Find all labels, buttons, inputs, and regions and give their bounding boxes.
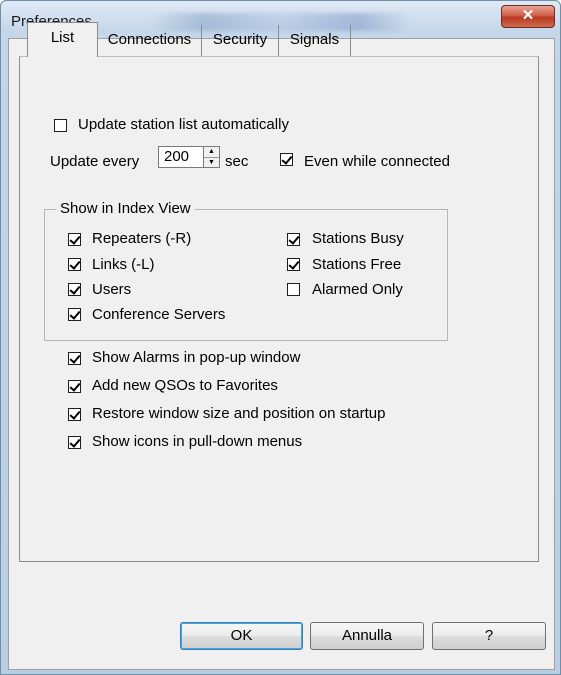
cancel-button[interactable]: Annulla: [310, 622, 424, 650]
stations-free-label: Stations Free: [312, 256, 402, 273]
links-label: Links (-L): [92, 256, 155, 273]
update-every-label: Update every: [50, 153, 140, 170]
users-label: Users: [92, 281, 132, 298]
stations-busy-label: Stations Busy: [312, 230, 404, 247]
list-tab-content: Update station list automatically Update…: [0, 0, 561, 675]
repeaters-label: Repeaters (-R): [92, 230, 192, 247]
update-interval-spinner[interactable]: ▲ ▼: [204, 146, 220, 168]
update-automatically-checkbox[interactable]: [54, 119, 67, 132]
repeaters-checkbox[interactable]: [68, 233, 81, 246]
links-checkbox[interactable]: [68, 258, 81, 271]
update-automatically-label: Update station list automatically: [78, 116, 289, 133]
users-checkbox[interactable]: [68, 283, 81, 296]
show-alarms-popup-label: Show Alarms in pop-up window: [92, 349, 301, 366]
even-while-connected-checkbox[interactable]: [280, 153, 293, 166]
index-view-group-title: Show in Index View: [56, 200, 195, 217]
up-arrow-icon[interactable]: ▲: [204, 147, 219, 158]
restore-window-size-checkbox[interactable]: [68, 408, 81, 421]
down-arrow-icon[interactable]: ▼: [204, 158, 219, 168]
update-interval-unit: sec: [225, 153, 249, 170]
add-qsos-favorites-checkbox[interactable]: [68, 380, 81, 393]
show-icons-menus-label: Show icons in pull-down menus: [92, 433, 303, 450]
stations-busy-checkbox[interactable]: [287, 233, 300, 246]
show-icons-menus-checkbox[interactable]: [68, 436, 81, 449]
alarmed-only-label: Alarmed Only: [312, 281, 403, 298]
alarmed-only-checkbox[interactable]: [287, 283, 300, 296]
add-qsos-favorites-label: Add new QSOs to Favorites: [92, 377, 278, 394]
restore-window-size-label: Restore window size and position on star…: [92, 405, 386, 422]
conference-servers-label: Conference Servers: [92, 306, 226, 323]
stations-free-checkbox[interactable]: [287, 258, 300, 271]
conference-servers-checkbox[interactable]: [68, 308, 81, 321]
even-while-connected-label: Even while connected: [304, 153, 450, 170]
update-interval-input[interactable]: 200: [158, 146, 204, 168]
show-alarms-popup-checkbox[interactable]: [68, 352, 81, 365]
ok-button[interactable]: OK: [180, 622, 303, 650]
help-button[interactable]: ?: [432, 622, 546, 650]
